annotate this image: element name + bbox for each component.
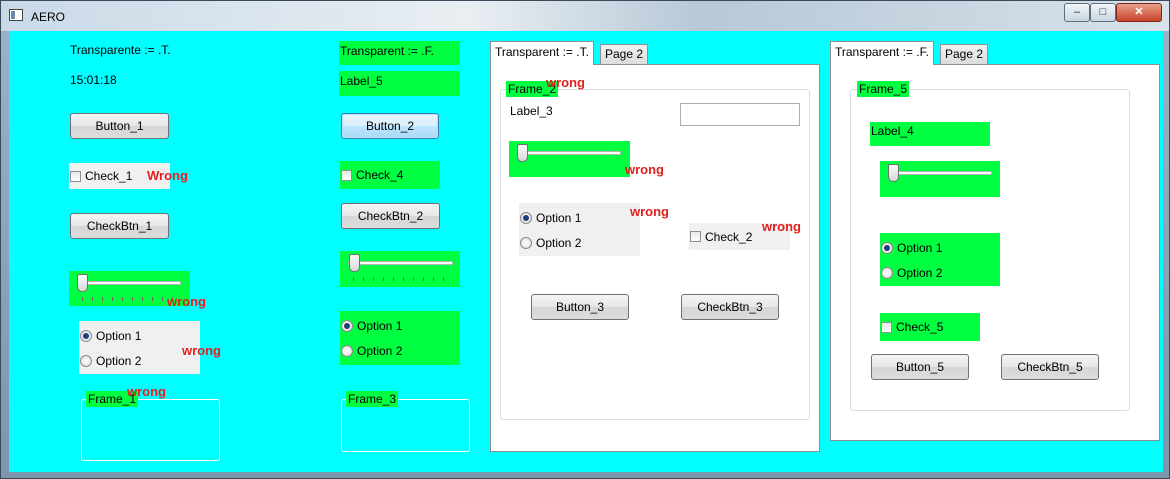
label-transparente: Transparente := .T. <box>70 43 171 57</box>
button-1[interactable]: Button_1 <box>70 113 169 139</box>
slider-track <box>517 151 621 155</box>
wrong-annotation: wrong <box>182 343 221 358</box>
check-5-label: Check_5 <box>896 320 944 334</box>
wrong-annotation: wrong <box>127 384 166 399</box>
button-2[interactable]: Button_2 <box>341 113 439 139</box>
checkbtn-3[interactable]: CheckBtn_3 <box>681 294 779 320</box>
radio-option-2[interactable]: Option 2 <box>519 230 640 255</box>
tab-page-content: Frame_2 wrong Label_3 wrong Option 1 Opt… <box>490 64 820 452</box>
main-window: AERO – □ ✕ Transparente := .T. 15:01:18 … <box>0 0 1170 479</box>
slider-track <box>77 281 181 285</box>
wrong-annotation: wrong <box>762 219 801 234</box>
tab-transparent-t[interactable]: Transparent := .T. <box>490 41 594 65</box>
tab-transparent-f[interactable]: Transparent := .F. <box>830 41 934 65</box>
radio-option-1[interactable]: Option 1 <box>340 313 460 338</box>
label-4: Label_4 <box>870 122 990 146</box>
slider-thumb[interactable] <box>517 144 528 162</box>
wrong-annotation: wrong <box>167 294 206 309</box>
button-3[interactable]: Button_3 <box>531 294 629 320</box>
tab-page-content: Frame_5 Label_4 Option 1 Option 2 Check_… <box>830 64 1160 441</box>
checkbtn-2[interactable]: CheckBtn_2 <box>341 203 440 229</box>
maximize-button[interactable]: □ <box>1090 3 1116 22</box>
slider-ticks <box>353 277 449 281</box>
slider-ticks <box>82 297 178 301</box>
button-5[interactable]: Button_5 <box>871 354 969 380</box>
radio-option-2[interactable]: Option 2 <box>340 338 460 363</box>
slider-thumb[interactable] <box>77 274 88 292</box>
checkbtn-1[interactable]: CheckBtn_1 <box>70 213 169 239</box>
minimize-button[interactable]: – <box>1064 3 1090 22</box>
check-2-label: Check_2 <box>705 229 753 244</box>
slider-track <box>348 261 453 265</box>
radio-label: Option 1 <box>96 328 142 343</box>
slider-5[interactable] <box>880 161 1000 197</box>
slider-3[interactable] <box>509 141 630 177</box>
tab-page-2[interactable]: Page 2 <box>600 44 649 64</box>
checkbox-box[interactable] <box>341 169 352 181</box>
checkbtn-5[interactable]: CheckBtn_5 <box>1001 354 1099 380</box>
tab-page-2[interactable]: Page 2 <box>940 44 989 64</box>
frame-5-caption: Frame_5 <box>857 81 910 97</box>
radio-group-3: Option 1 Option 2 <box>519 203 640 256</box>
radio-dot[interactable] <box>341 344 353 357</box>
radio-label: Option 2 <box>96 353 142 368</box>
label-time: 15:01:18 <box>70 73 117 87</box>
check-4-label: Check_4 <box>356 168 404 182</box>
radio-dot[interactable] <box>80 354 92 367</box>
title-bar[interactable]: AERO – □ ✕ <box>1 1 1169 31</box>
radio-label: Option 1 <box>897 240 943 255</box>
label-3: Label_3 <box>510 104 553 118</box>
checkbox-box[interactable] <box>690 231 701 242</box>
wrong-annotation: wrong <box>630 204 669 219</box>
app-window-icon <box>9 9 23 21</box>
slider-2[interactable] <box>340 251 460 287</box>
radio-option-1[interactable]: Option 1 <box>880 235 1000 260</box>
radio-label: Option 2 <box>357 343 403 358</box>
check-1-label: Check_1 <box>85 169 133 183</box>
radio-dot-selected[interactable] <box>881 241 893 254</box>
slider-track <box>888 171 992 175</box>
label-transparent-f: Transparent := .F. <box>339 41 460 65</box>
tab-control-1: Transparent := .T. Page 2 Frame_2 wrong … <box>490 41 820 452</box>
window-title: AERO <box>31 10 66 24</box>
frame-3-caption: Frame_3 <box>346 391 399 407</box>
wrong-annotation: wrong <box>625 162 664 177</box>
frame-1 <box>81 399 220 461</box>
wrong-annotation: wrong <box>546 75 585 90</box>
checkbox-box[interactable] <box>70 170 81 182</box>
tab-control-2: Transparent := .F. Page 2 Frame_5 Label_… <box>830 41 1160 441</box>
label-5: Label_5 <box>339 71 460 96</box>
radio-label: Option 1 <box>536 210 582 225</box>
slider-thumb[interactable] <box>349 254 360 272</box>
radio-label: Option 1 <box>357 318 403 333</box>
check-5[interactable]: Check_5 <box>880 313 980 341</box>
radio-option-2[interactable]: Option 2 <box>880 260 1000 285</box>
wrong-annotation: Wrong <box>147 168 188 183</box>
radio-group-5: Option 1 Option 2 <box>880 233 1000 286</box>
radio-label: Option 2 <box>897 265 943 280</box>
radio-dot-selected[interactable] <box>80 329 92 342</box>
radio-dot-selected[interactable] <box>520 211 532 224</box>
radio-dot-selected[interactable] <box>341 319 353 332</box>
close-button[interactable]: ✕ <box>1116 3 1162 22</box>
radio-group-2: Option 1 Option 2 <box>340 311 460 365</box>
radio-option-1[interactable]: Option 1 <box>519 205 640 230</box>
client-area: Transparente := .T. 15:01:18 Button_1 Ch… <box>9 31 1163 472</box>
checkbox-box[interactable] <box>881 321 892 333</box>
radio-dot[interactable] <box>520 236 532 249</box>
check-4[interactable]: Check_4 <box>340 161 440 189</box>
radio-dot[interactable] <box>881 266 893 279</box>
text-input[interactable] <box>680 103 800 126</box>
radio-label: Option 2 <box>536 235 582 250</box>
slider-thumb[interactable] <box>888 164 899 182</box>
